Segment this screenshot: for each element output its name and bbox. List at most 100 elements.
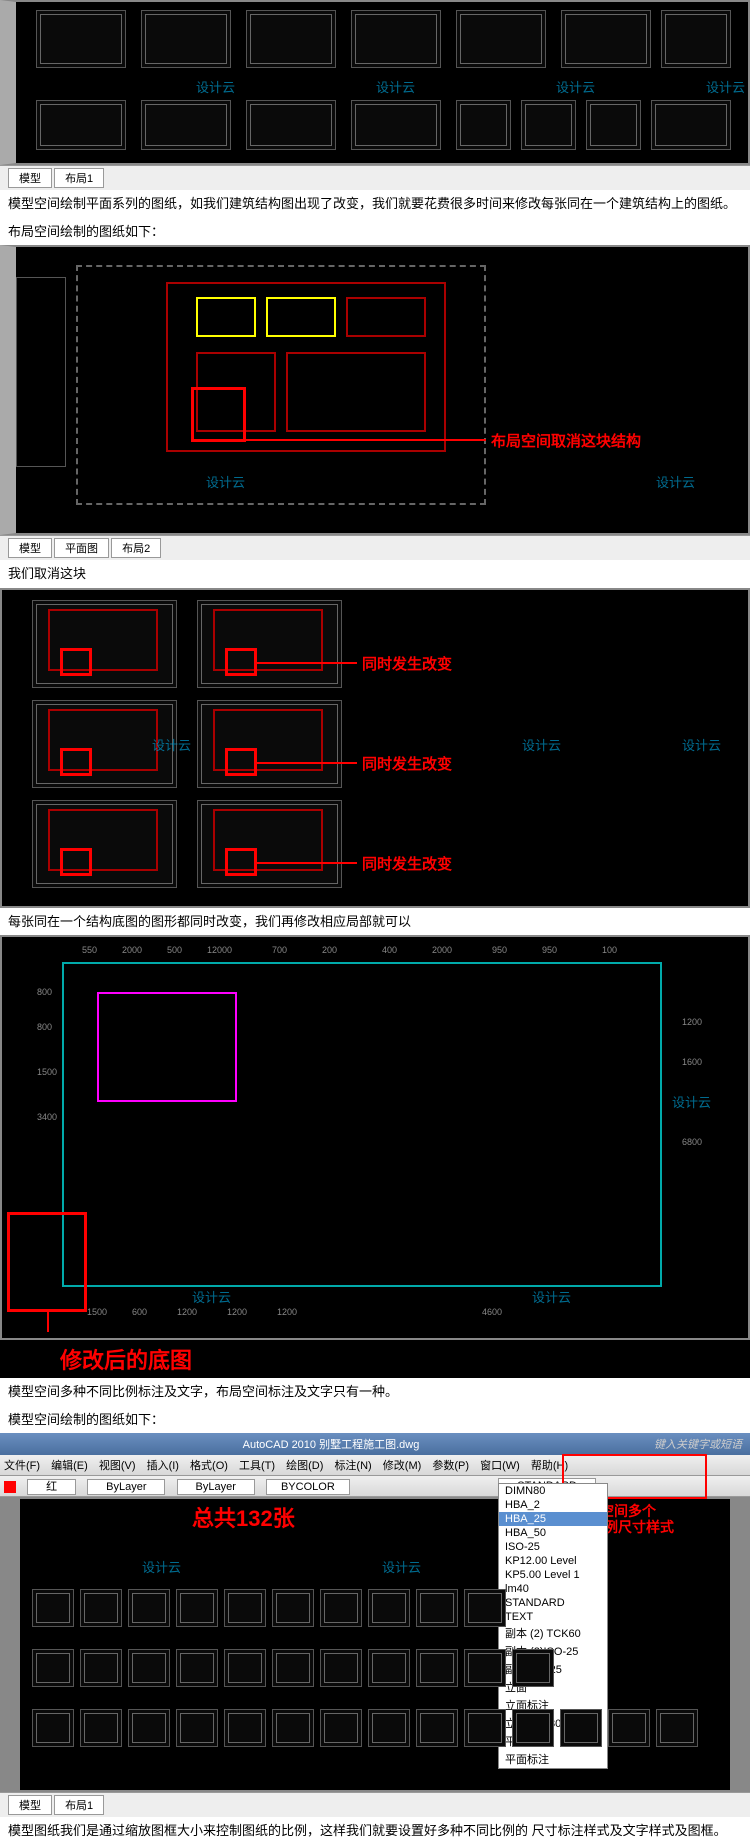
tabs-row-3: 模型 布局1 (0, 1792, 750, 1817)
anno-total: 总共132张 (192, 1501, 295, 1533)
watermark: 设计云 (532, 1287, 571, 1306)
thumb (586, 100, 641, 150)
left-tool-strip[interactable] (2, 1499, 20, 1790)
right-tool-strip[interactable] (730, 1499, 748, 1790)
fp-thumb (32, 700, 177, 788)
dim: 1200 (682, 1017, 702, 1027)
fp-main (62, 962, 662, 1287)
hl (225, 748, 257, 776)
body-text-1: 模型空间绘制平面系列的图纸，如我们建筑结构图出现了改变，我们就要花费很多时间来修… (0, 190, 750, 218)
body-text-2: 布局空间绘制的图纸如下： (0, 218, 750, 246)
line (257, 662, 357, 664)
menu-dim[interactable]: 标注(N) (334, 1460, 371, 1472)
hl (60, 748, 92, 776)
thumb-row-2 (32, 1649, 608, 1689)
tabs-row: 模型 布局1 (0, 165, 750, 190)
pink-room (97, 992, 237, 1102)
watermark: 设计云 (376, 77, 415, 96)
tab-layout2[interactable]: 布局2 (111, 538, 161, 558)
left-panel (16, 277, 66, 467)
fp-thumb (197, 600, 342, 688)
body-text-3: 我们取消这块 (0, 560, 750, 588)
thumb (561, 10, 651, 68)
dd-item[interactable]: HBA_50 (499, 1526, 607, 1540)
highlight-box (191, 387, 246, 442)
thumb (351, 100, 441, 150)
thumb-row-1 (32, 1589, 608, 1629)
fp-thumb (32, 600, 177, 688)
menu-file[interactable]: 文件(F) (4, 1460, 40, 1472)
dim: 950 (542, 945, 557, 955)
modified-highlight (7, 1212, 87, 1312)
dim: 3400 (37, 1112, 57, 1122)
color-swatch[interactable] (4, 1481, 16, 1493)
dim: 200 (322, 945, 337, 955)
watermark: 设计云 (192, 1287, 231, 1306)
watermark: 设计云 (556, 77, 595, 96)
thumb (521, 100, 576, 150)
anno-change-1: 同时发生改变 (362, 653, 452, 674)
thumb (456, 100, 511, 150)
menu-window[interactable]: 窗口(W) (480, 1460, 520, 1472)
dim: 2000 (122, 945, 142, 955)
hl (60, 848, 92, 876)
cad-thumbnails-top: 设计云 设计云 设计云 设计云 (0, 0, 750, 165)
tabs-row-2: 模型 平面图 布局2 (0, 535, 750, 560)
dim: 1500 (87, 1307, 107, 1317)
line (257, 862, 357, 864)
thumb-row-3 (32, 1709, 718, 1749)
dd-item[interactable]: DIMN80 (499, 1484, 607, 1498)
tab-ping[interactable]: 平面图 (54, 538, 109, 558)
watermark: 设计云 (656, 472, 695, 491)
thumb (36, 10, 126, 68)
cad-multi-change: 同时发生改变 同时发生改变 同时发生改变 设计云 设计云 设计云 (0, 588, 750, 908)
body-text-4: 每张同在一个结构底图的图形都同时改变，我们再修改相应局部就可以 (0, 908, 750, 936)
watermark: 设计云 (672, 1092, 711, 1111)
dim: 1500 (37, 1067, 57, 1077)
thumb (141, 10, 231, 68)
thumb (246, 100, 336, 150)
dim: 1200 (177, 1307, 197, 1317)
tab-model[interactable]: 模型 (8, 538, 52, 558)
dim: 2000 (432, 945, 452, 955)
hl (60, 648, 92, 676)
watermark: 设计云 (706, 77, 745, 96)
dd-item[interactable]: KP5.00 Level 1 (499, 1568, 607, 1582)
dim: 950 (492, 945, 507, 955)
dim: 800 (37, 1022, 52, 1032)
dim: 100 (602, 945, 617, 955)
cad-large-floorplan: 550 2000 500 12000 700 200 400 2000 950 … (0, 935, 750, 1340)
dim: 1600 (682, 1057, 702, 1067)
dd-item[interactable]: 平面标注 (499, 1750, 607, 1768)
annotation-line (246, 439, 486, 441)
tab-layout1[interactable]: 布局1 (54, 1795, 104, 1815)
search-hint: 键入关键字或短语 (654, 1436, 742, 1452)
dim: 800 (37, 987, 52, 997)
thumb (141, 100, 231, 150)
line-v (47, 1312, 49, 1332)
dd-item[interactable]: HBA_2 (499, 1498, 607, 1512)
dd-item[interactable]: HBA_25 (499, 1512, 607, 1526)
anno-change-2: 同时发生改变 (362, 753, 452, 774)
thumb (456, 10, 546, 68)
tab-model[interactable]: 模型 (8, 168, 52, 188)
tab-layout1[interactable]: 布局1 (54, 168, 104, 188)
cad-app-canvas: 总共132张 模型空间多个 不同比例尺寸样式 DIMN80 HBA_2 HBA_… (0, 1497, 750, 1792)
dim: 500 (167, 945, 182, 955)
dim: 1200 (227, 1307, 247, 1317)
tab-model[interactable]: 模型 (8, 1795, 52, 1815)
body-text-7: 模型图纸我们是通过缩放图框大小来控制图纸的比例，这样我们就要设置好多种不同比例的… (0, 1817, 750, 1845)
dim: 700 (272, 945, 287, 955)
dd-item[interactable]: KP12.00 Level (499, 1554, 607, 1568)
menu-modify[interactable]: 修改(M) (383, 1460, 422, 1472)
fp-thumb (197, 700, 342, 788)
watermark: 设计云 (382, 1557, 421, 1576)
dim: 550 (82, 945, 97, 955)
thumb (246, 10, 336, 68)
dim: 12000 (207, 945, 232, 955)
dd-item[interactable]: ISO-25 (499, 1540, 607, 1554)
menu-param[interactable]: 参数(P) (432, 1460, 469, 1472)
watermark: 设计云 (522, 735, 561, 754)
anno-change-3: 同时发生改变 (362, 853, 452, 874)
watermark: 设计云 (196, 77, 235, 96)
